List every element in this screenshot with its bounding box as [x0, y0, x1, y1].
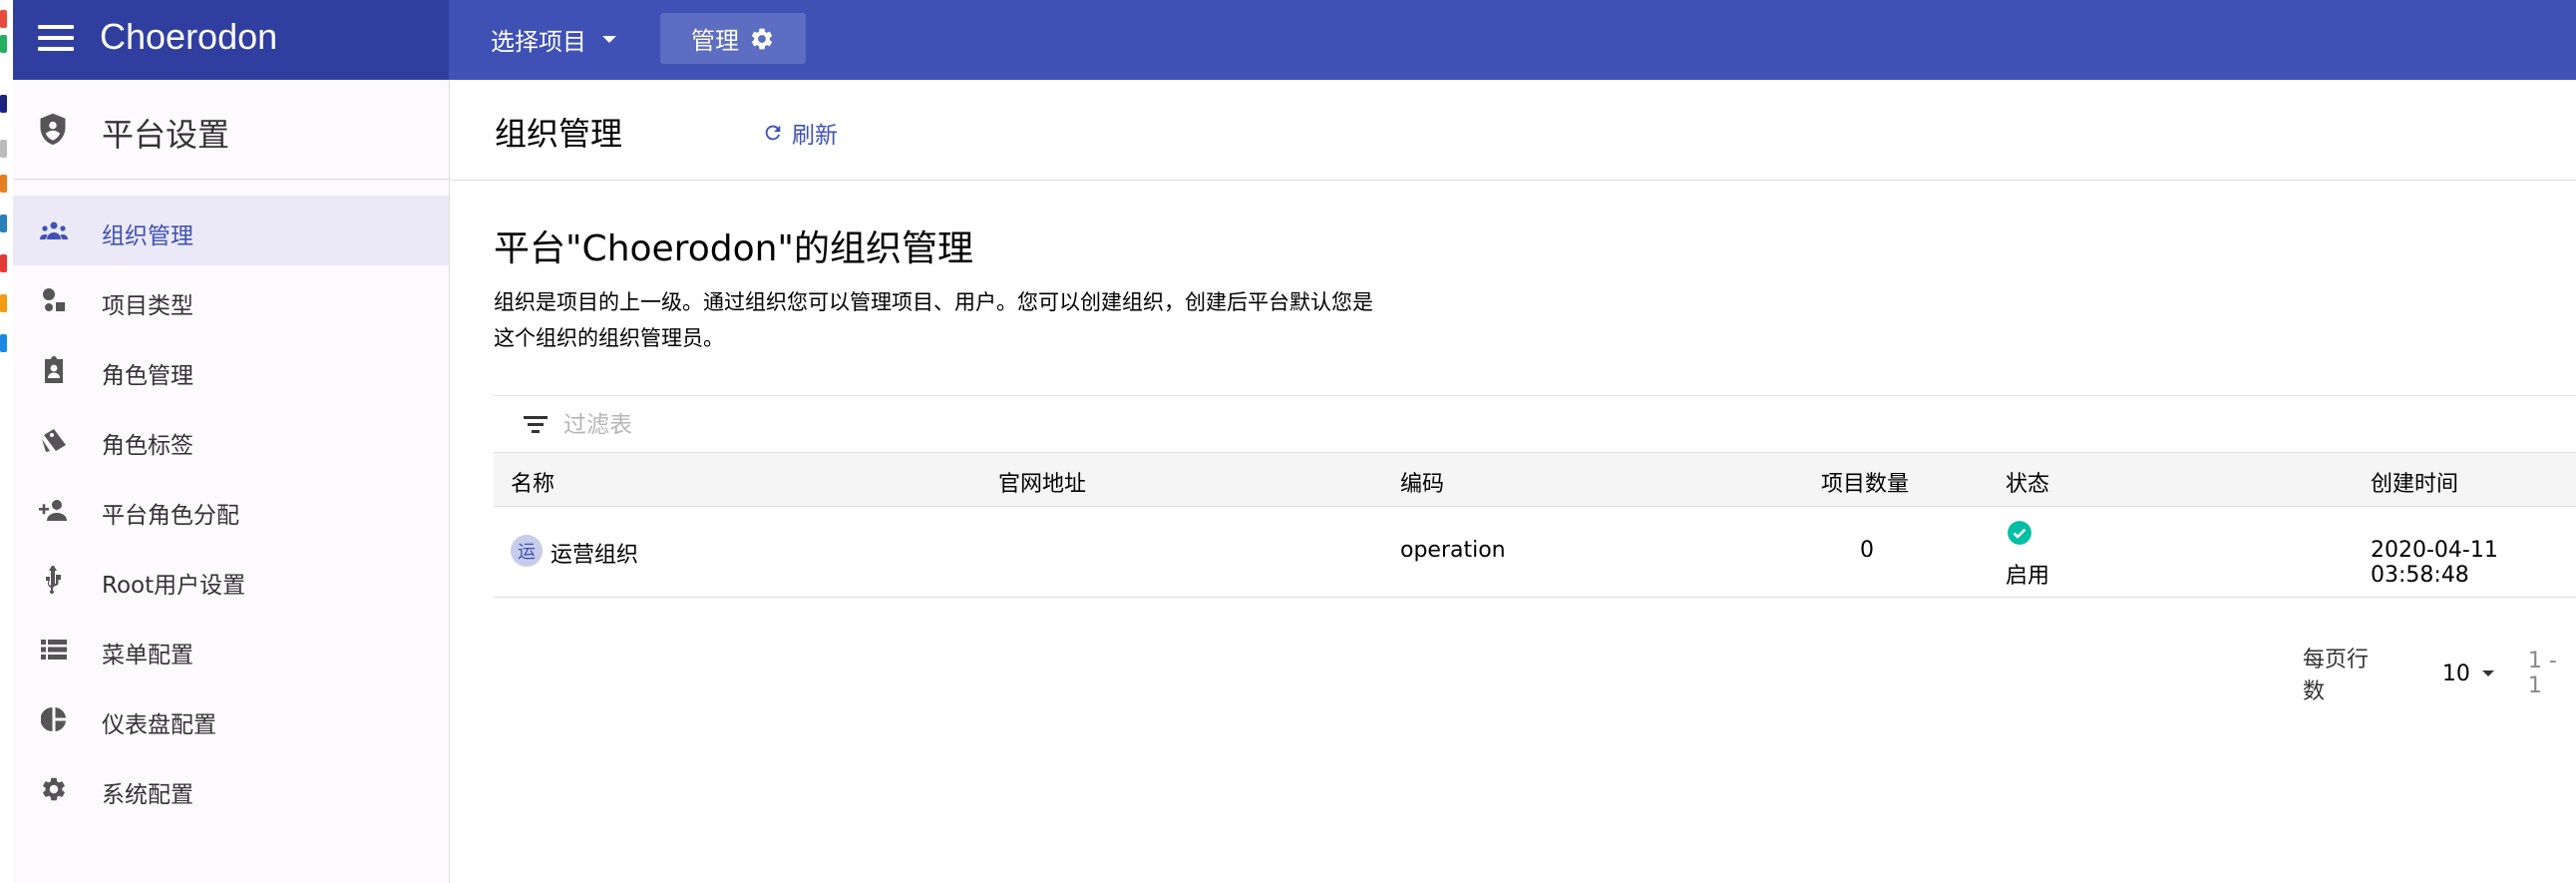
sidebar-item-system-config[interactable]: 系统配置 [13, 754, 449, 824]
sidebar-item-org-management[interactable]: 组织管理 [13, 196, 449, 265]
column-header-status[interactable]: 状态 [2006, 466, 2049, 498]
usb-icon [39, 566, 69, 594]
sidebar-item-label: 仪表盘配置 [102, 712, 216, 738]
column-header-project-count[interactable]: 项目数量 [1821, 466, 1909, 498]
org-table: 名称 官网地址 编码 项目数量 状态 创建时间 运 运营组织 operation… [494, 395, 2576, 598]
sidebar-title: 平台设置 [102, 116, 230, 154]
pie-chart-icon [39, 705, 69, 733]
sidebar-header: 平台设置 [13, 80, 449, 180]
rows-per-page-value: 10 [2441, 661, 2470, 686]
gear-icon [751, 28, 773, 49]
org-avatar: 运 [511, 535, 543, 567]
column-header-website[interactable]: 官网地址 [998, 466, 1086, 498]
sidebar-item-label: 菜单配置 [102, 643, 193, 668]
sidebar-nav: 组织管理 项目类型 角色管理 角色标签 平台角色分配 Root用户设置 菜单配置… [13, 196, 449, 824]
sidebar-item-root-user-settings[interactable]: Root用户设置 [13, 545, 449, 615]
top-navbar: Choerodon 选择项目 管理 [13, 0, 2576, 80]
sidebar-item-menu-config[interactable]: 菜单配置 [13, 615, 449, 684]
section-title: 平台"Choerodon"的组织管理 [494, 228, 973, 269]
rows-per-page-label: 每页行数 [2303, 648, 2370, 704]
manage-label: 管理 [691, 27, 739, 55]
sidebar-item-label: 角色标签 [102, 433, 193, 459]
project-select-label: 选择项目 [491, 28, 586, 56]
refresh-label: 刷新 [792, 123, 838, 149]
people-group-icon [39, 217, 69, 244]
caret-down-icon [2481, 670, 2494, 676]
table-header: 名称 官网地址 编码 项目数量 状态 创建时间 [494, 453, 2576, 507]
sidebar-item-label: Root用户设置 [102, 573, 246, 599]
sidebar-item-label: 项目类型 [102, 293, 193, 319]
refresh-icon [765, 125, 781, 141]
brand-name: Choerodon [100, 16, 278, 57]
left-edge-strip [0, 0, 13, 883]
sidebar-item-dashboard-config[interactable]: 仪表盘配置 [13, 684, 449, 754]
sidebar-item-label: 平台角色分配 [102, 503, 239, 529]
brand-area: Choerodon [13, 0, 449, 80]
main-content: 组织管理 刷新 平台"Choerodon"的组织管理 组织是项目的上一级。通过组… [451, 80, 2576, 883]
sidebar: 平台设置 组织管理 项目类型 角色管理 角色标签 平台角色分配 Root用户设置… [13, 80, 450, 883]
sidebar-item-label: 角色管理 [102, 363, 193, 389]
column-header-name[interactable]: 名称 [511, 466, 554, 498]
project-type-icon [39, 286, 69, 314]
chevron-down-icon [602, 36, 616, 43]
sidebar-item-role-management[interactable]: 角色管理 [13, 335, 449, 405]
list-icon [39, 636, 69, 663]
filter-input[interactable] [561, 410, 1160, 440]
column-header-code[interactable]: 编码 [1400, 466, 1444, 498]
filter-bar [494, 395, 2576, 453]
sidebar-item-label: 系统配置 [102, 782, 193, 808]
status-label: 启用 [2006, 564, 2050, 589]
sidebar-item-role-tags[interactable]: 角色标签 [13, 405, 449, 475]
column-header-created[interactable]: 创建时间 [2371, 466, 2458, 498]
check-circle-icon [2008, 521, 2031, 545]
person-add-icon [39, 496, 69, 524]
refresh-button[interactable]: 刷新 [762, 116, 838, 150]
sidebar-item-project-type[interactable]: 项目类型 [13, 265, 449, 335]
page-header: 组织管理 刷新 [451, 80, 2576, 181]
hamburger-menu-icon[interactable] [38, 25, 74, 55]
pagination-range: 1 - 1 [2527, 649, 2557, 698]
project-select-dropdown[interactable]: 选择项目 [491, 22, 616, 57]
role-badge-icon [39, 356, 69, 384]
org-name-link[interactable]: 运营组织 [551, 537, 638, 569]
tag-icon [39, 426, 69, 454]
manage-button[interactable]: 管理 [660, 13, 806, 64]
sidebar-item-label: 组织管理 [102, 223, 193, 249]
rows-per-page-select[interactable]: 10 [2442, 662, 2494, 686]
pagination: 每页行数 10 1 - 1 [2303, 642, 2576, 705]
page-title: 组织管理 [495, 115, 623, 153]
org-project-count: 0 [1860, 538, 1874, 563]
table-row[interactable]: 运 运营组织 operation 0 启用 2020-04-11 03:58:4… [494, 507, 2576, 598]
org-created-time: 2020-04-11 03:58:48 [2371, 538, 2498, 588]
org-code: operation [1400, 538, 1506, 563]
filter-icon [524, 416, 548, 434]
section-description: 组织是项目的上一级。通过组织您可以管理项目、用户。您可以创建组织，创建后平台默认… [494, 290, 1373, 350]
gear-icon [39, 775, 69, 803]
shield-icon [40, 113, 66, 145]
sidebar-item-platform-role-assignment[interactable]: 平台角色分配 [13, 475, 449, 545]
